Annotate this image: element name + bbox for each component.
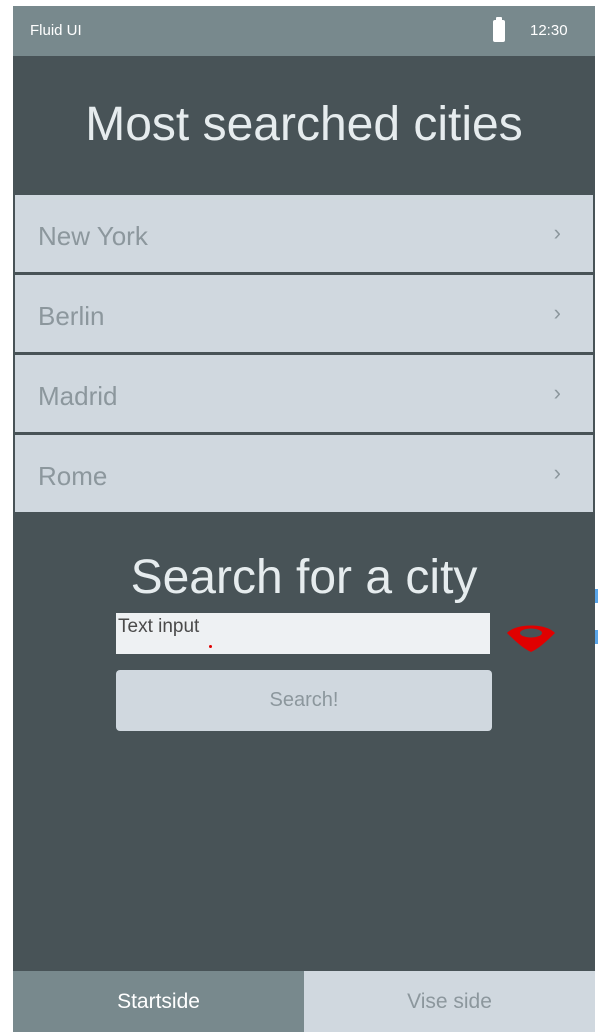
city-list: New York › Berlin › Madrid › Rome › (15, 195, 593, 515)
battery-icon (493, 17, 505, 42)
city-label: New York (38, 221, 148, 251)
app-name: Fluid UI (30, 22, 82, 39)
tab-bar: Startside Vise side (13, 971, 595, 1032)
chevron-right-icon: › (553, 220, 561, 245)
city-item-rome[interactable]: Rome › (15, 435, 593, 512)
city-label: Berlin (38, 301, 105, 331)
clock: 12:30 (530, 22, 568, 39)
page-title: Most searched cities (85, 98, 523, 151)
search-heading: Search for a city (130, 551, 478, 604)
city-label: Madrid (38, 381, 118, 411)
cursor-marker (209, 645, 212, 648)
search-button[interactable]: Search! (116, 670, 492, 731)
chevron-right-icon: › (553, 380, 561, 405)
phone-screen: Fluid UI 12:30 Most searched cities New … (13, 6, 595, 1032)
chevron-right-icon: › (553, 460, 561, 485)
city-label: Rome (38, 461, 108, 491)
edge-marker (595, 630, 598, 644)
edge-marker (595, 589, 598, 603)
chevron-right-icon: › (553, 300, 561, 325)
eye-icon[interactable] (506, 619, 556, 653)
city-item-new-york[interactable]: New York › (15, 195, 593, 272)
tab-startside[interactable]: Startside (13, 971, 304, 1032)
tab-vise-side[interactable]: Vise side (304, 971, 595, 1032)
city-search-input[interactable] (116, 613, 490, 654)
city-item-madrid[interactable]: Madrid › (15, 355, 593, 432)
status-bar: Fluid UI 12:30 (13, 6, 595, 56)
city-item-berlin[interactable]: Berlin › (15, 275, 593, 352)
